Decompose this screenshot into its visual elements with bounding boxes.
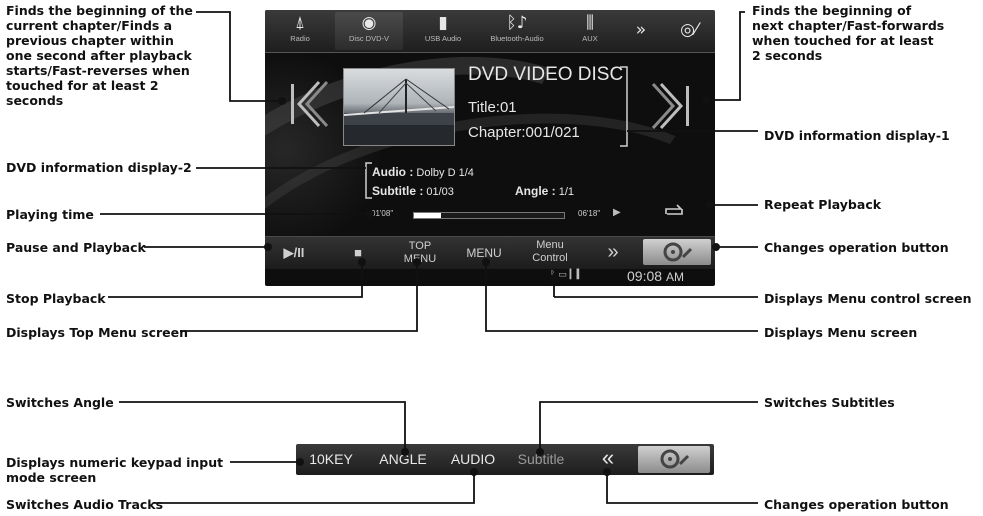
leader-lines (100, 11, 758, 504)
leader-dot (482, 258, 490, 266)
leader-dot (536, 448, 544, 456)
leader-prev-chapter (196, 11, 282, 102)
leader-angle (119, 401, 406, 452)
leader-dot (702, 96, 710, 104)
leader-dot (712, 243, 720, 251)
leader-stop (108, 262, 363, 298)
leader-dot (603, 468, 611, 476)
leader-dot (706, 201, 714, 209)
leader-dot (470, 468, 478, 476)
leader-dot (401, 448, 409, 456)
leader-audio (154, 472, 475, 504)
leader-next-chapter (706, 11, 745, 101)
leader-dot (366, 210, 374, 218)
leader-dot (413, 258, 421, 266)
leader-dot (278, 97, 286, 105)
leader-subtitles (539, 401, 758, 452)
leader-dot (296, 458, 304, 466)
leader-dot (358, 258, 366, 266)
leader-changes-op-2 (606, 472, 758, 504)
leader-dot (264, 243, 272, 251)
